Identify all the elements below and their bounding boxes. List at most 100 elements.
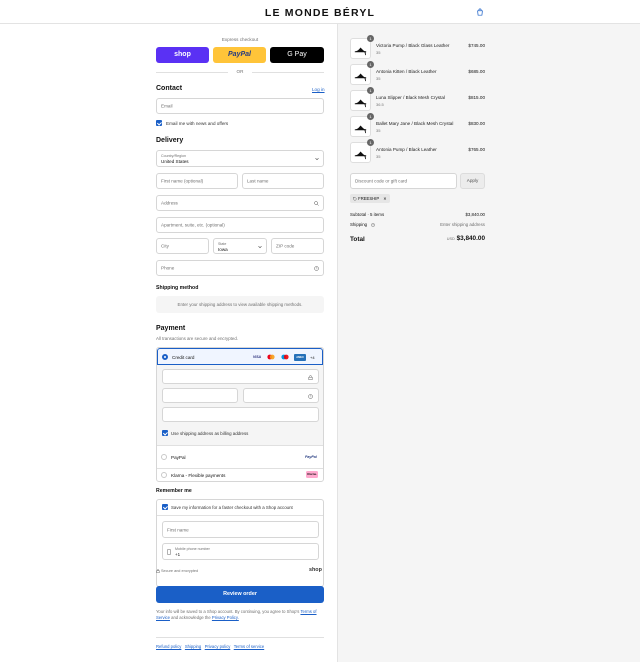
payment-subtitle: All transactions are secure and encrypte… [156,336,239,341]
shipping-value: Enter shipping address [440,222,485,227]
order-summary: 1 Victoria Pump / Black Glass Leather 35 $7… [337,24,640,662]
secure-encrypted-label: Secure and encrypted [161,569,199,573]
svg-text:?: ? [372,224,374,226]
product-price: $745.00 [468,43,485,48]
shoe-thumbnail-icon [354,125,367,134]
shoe-thumbnail-icon [354,73,367,82]
klarna-logo-icon: Klarna. [306,471,318,478]
paypal-logo-icon: PayPal [305,455,317,459]
klarna-radio[interactable] [161,472,167,478]
svg-text:?: ? [310,394,312,398]
terms-of-service-link[interactable]: Terms of service [234,644,264,649]
save-info-checkbox[interactable] [162,504,168,510]
news-checkbox[interactable] [156,120,162,126]
credit-card-radio[interactable] [162,354,168,360]
privacy-policy-link[interactable]: Privacy policy [205,644,231,649]
currency-code: USD [446,237,455,241]
shoe-thumbnail-icon [354,151,367,160]
name-on-card-input[interactable] [162,407,319,422]
shop-pay-label: shop [174,51,191,58]
product-price: $815.00 [468,95,485,100]
billing-address-label: Use shipping address as billing address [171,431,249,436]
klarna-option[interactable]: Klarna - Flexible payments Klarna. [157,469,323,481]
discount-input[interactable]: Discount code or gift card [350,173,457,189]
review-order-label: Review order [223,591,257,597]
google-pay-label: G Pay [287,51,307,58]
shipping-label: Shipping [350,222,368,227]
news-label: Email me with news and offers [166,121,229,126]
footer-links: Refund policy Shipping Privacy policy Te… [156,644,264,649]
or-divider: OR [236,69,244,74]
mobile-phone-input[interactable]: Mobile phone number +1 [162,543,319,560]
apply-label: Apply [466,178,479,183]
subtotal-label: Subtotal · 5 items [350,212,385,217]
email-input[interactable]: Email [156,98,324,114]
paypal-option[interactable]: PayPal PayPal [157,446,323,468]
close-icon[interactable]: ✕ [383,196,386,201]
search-icon [314,201,319,206]
first-name-input[interactable]: First name (optional) [156,173,238,189]
security-code-input[interactable]: ? [243,388,319,403]
country-select[interactable]: Country/Region United States [156,150,324,167]
help-circle-icon[interactable]: ? [371,222,375,227]
tag-icon [353,196,357,201]
address-placeholder: Address [161,200,178,206]
express-checkout-title: Express checkout [221,37,259,42]
paypal-express-button[interactable]: PayPal [213,47,266,63]
refund-policy-link[interactable]: Refund policy [156,644,181,649]
country-value: United States [161,159,189,164]
apartment-input[interactable]: Apartment, suite, etc. (optional) [156,217,324,233]
shop-first-name-input[interactable]: First name [162,521,319,538]
paypal-radio[interactable] [161,454,167,460]
shop-logo: shop [309,567,322,573]
klarna-label: Klarna - Flexible payments [171,472,226,478]
quantity-badge: 1 [367,139,374,146]
coupon-chip: FREESHIP ✕ [350,194,390,203]
state-select[interactable]: State Iowa [213,238,267,254]
subtotal-value: $3,840.00 [465,212,485,217]
disclaimer-text-2: and acknowledge the [171,615,211,620]
privacy-link[interactable]: Privacy Policy. [212,615,239,620]
city-placeholder: City [161,243,169,249]
city-input[interactable]: City [156,238,209,254]
shipping-method-notice: Enter your shipping address to view avai… [156,296,324,313]
shoe-thumbnail-icon [354,99,367,108]
apply-discount-button[interactable]: Apply [460,173,485,189]
apartment-placeholder: Apartment, suite, etc. (optional) [161,222,225,228]
address-input[interactable]: Address [156,195,324,211]
product-price: $765.00 [468,147,485,152]
phone-input[interactable]: Phone ? [156,260,324,276]
product-variant: 35 [376,128,381,133]
paypal-label: PayPal [171,454,186,460]
shop-pay-button[interactable]: shop [156,47,209,63]
card-number-input[interactable] [162,369,319,384]
last-name-input[interactable]: Last name [242,173,324,189]
amex-icon: AMEX [294,353,306,361]
product-variant: 35 [376,76,381,81]
zip-input[interactable]: ZIP code [271,238,324,254]
credit-card-label: Credit card [172,354,195,360]
save-info-label: Save my information for a faster checkou… [171,505,293,510]
delivery-heading: Delivery [156,137,184,144]
shipping-policy-link[interactable]: Shipping [185,644,201,649]
expiration-input[interactable] [162,388,238,403]
help-circle-icon[interactable]: ? [314,266,319,271]
payment-heading: Payment [156,325,186,332]
google-pay-button[interactable]: G Pay [270,47,324,63]
state-label: State [218,241,227,246]
review-order-button[interactable]: Review order [156,586,324,603]
brand-logo[interactable]: LE MONDE BÉRYL [0,7,640,19]
state-value: Iowa [218,246,228,252]
shop-first-name-placeholder: First name [167,527,189,532]
shoe-thumbnail-icon [354,47,367,56]
card-details-panel: ? Use shipping address as billing addres… [157,365,323,445]
quantity-badge: 1 [367,61,374,68]
more-cards-badge: +4 [310,354,315,360]
login-link[interactable]: Log in [312,87,325,92]
mobile-phone-label: Mobile phone number [175,546,210,551]
billing-address-checkbox[interactable] [162,430,168,436]
email-placeholder: Email [161,103,173,109]
help-circle-icon[interactable]: ? [308,393,313,399]
credit-card-option[interactable]: Credit card VISA MC MC AMEX +4 [157,348,323,365]
shopping-bag-icon[interactable] [476,8,484,16]
